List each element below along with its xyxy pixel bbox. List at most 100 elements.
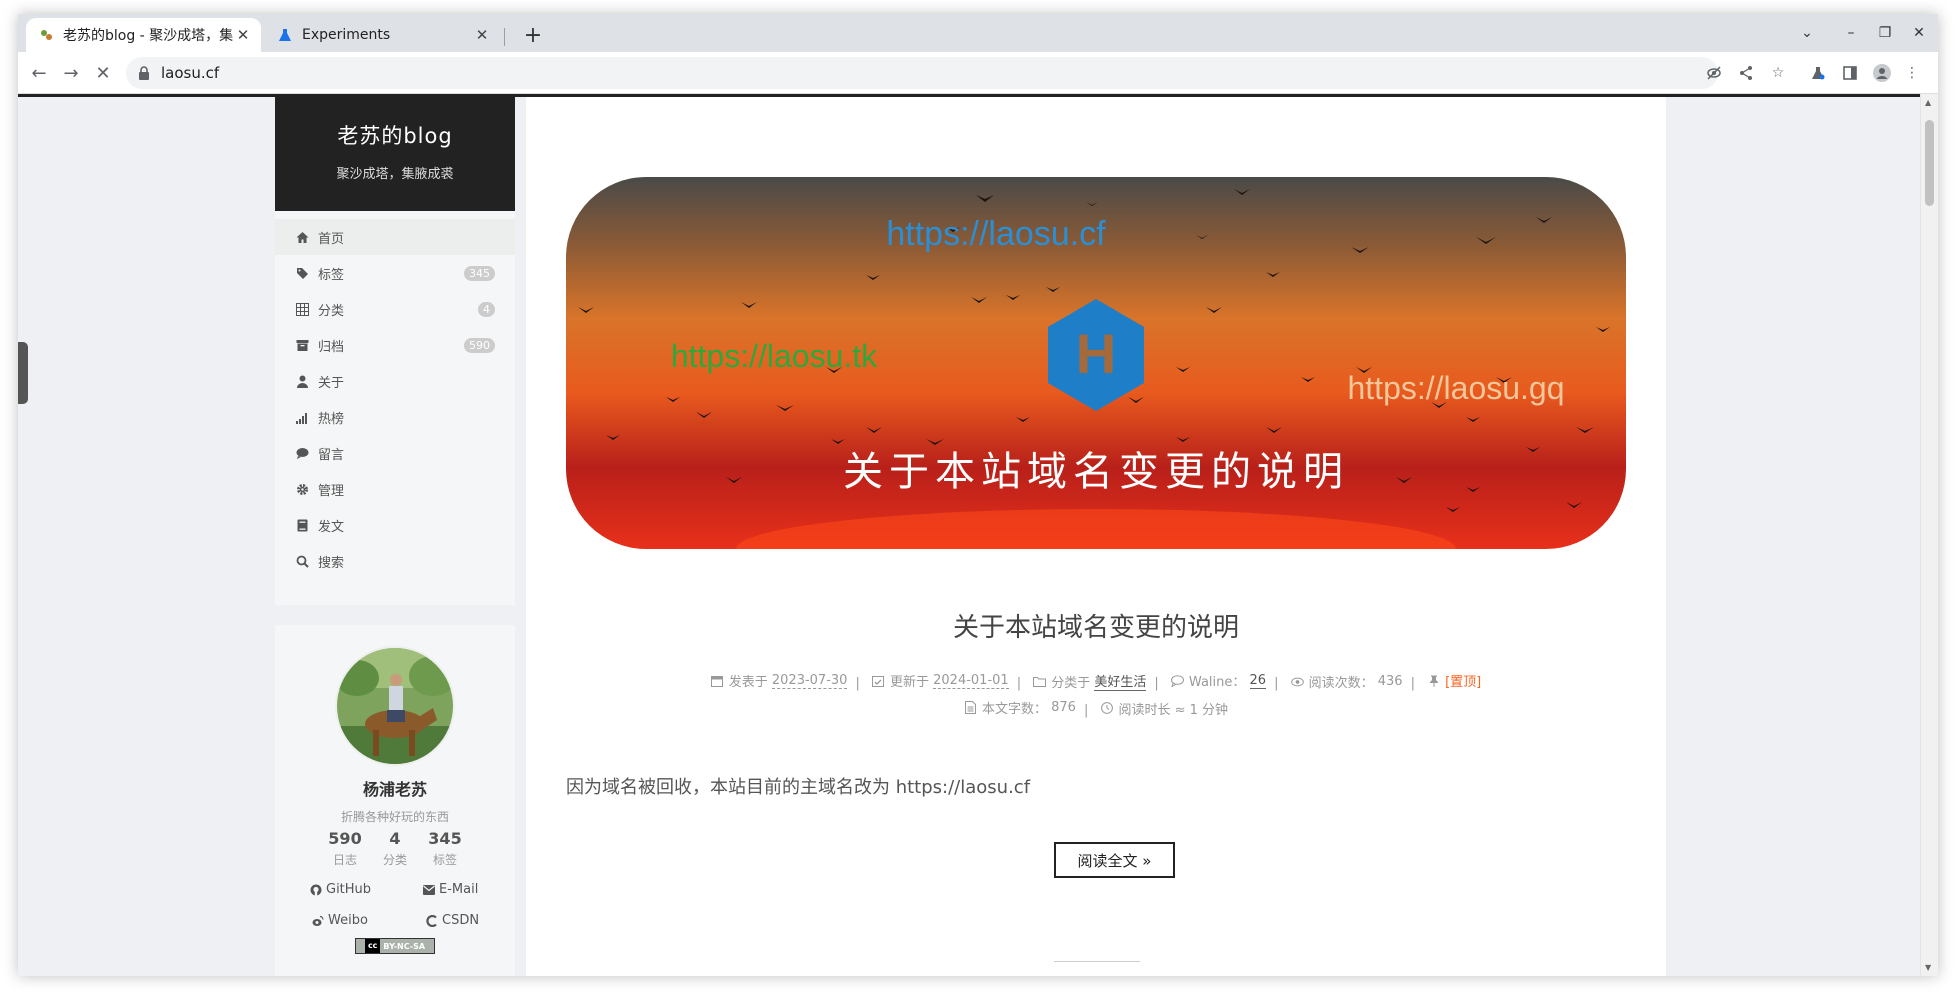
restore-button[interactable]: ❐: [1874, 22, 1896, 44]
banner-caption: 关于本站域名变更的说明: [843, 449, 1349, 495]
comment-outline-icon: [1170, 674, 1184, 687]
tags-icon: [295, 266, 309, 280]
stat-number: 590: [328, 829, 362, 848]
page-scrollbar[interactable]: ▲ ▼: [1920, 94, 1938, 976]
book-icon: [295, 518, 309, 532]
menu-item-post[interactable]: 发文: [275, 507, 515, 543]
tab-divider: [504, 28, 505, 46]
share-icon[interactable]: [1736, 63, 1756, 83]
eye-off-icon[interactable]: [1704, 63, 1724, 83]
address-bar[interactable]: laosu.cf: [126, 57, 1718, 89]
gear-icon: [295, 482, 309, 496]
meta-label: 更新于: [889, 675, 929, 690]
menu-item-tags[interactable]: 标签 345: [275, 255, 515, 291]
site-favicon-icon: [38, 27, 54, 43]
author-card: 杨浦老苏 折腾各种好玩的东西 590 日志 4 分类 345 标签 GitHub…: [275, 625, 515, 976]
browser-window: 老苏的blog - 聚沙成塔，集腋成裘 ✕ Experiments ✕ + ⌄ …: [18, 14, 1938, 976]
meta-published: 发表于 2023-07-30: [711, 671, 848, 690]
github-icon: [309, 883, 322, 896]
post-divider: [1054, 961, 1140, 962]
menu-item-about[interactable]: 关于: [275, 363, 515, 399]
tab-close-icon[interactable]: ✕: [472, 25, 492, 45]
category-count-badge: 4: [478, 302, 495, 317]
author-avatar: [335, 646, 455, 766]
meta-label: 阅读时长 ≈: [1118, 702, 1186, 718]
cc-license-badge[interactable]: cc BY-NC-SA: [355, 938, 435, 954]
meta-updated: 更新于 2024-01-01: [872, 671, 1009, 690]
comment-count-link[interactable]: 26: [1249, 673, 1267, 689]
email-link[interactable]: E-Mail: [422, 882, 478, 897]
post-excerpt: 因为域名被回收，本站目前的主域名改为 https://laosu.cf: [566, 777, 1031, 798]
url-text: laosu.cf: [161, 64, 220, 82]
stat-posts[interactable]: 590 日志: [320, 829, 370, 868]
menu-item-admin[interactable]: 管理: [275, 471, 515, 507]
post-meta-line-1: 发表于 2023-07-30 | 更新于 2024-01-01 | 分类于 美好…: [526, 671, 1666, 691]
scroll-down-arrow-icon[interactable]: ▼: [1925, 963, 1931, 972]
site-title[interactable]: 老苏的blog: [275, 120, 515, 150]
meta-reading-time: 阅读时长 ≈ 1 分钟: [1100, 699, 1228, 718]
updated-date: 2024-01-01: [933, 672, 1009, 689]
new-tab-button[interactable]: +: [520, 22, 546, 48]
stat-tags[interactable]: 345 标签: [420, 829, 470, 868]
side-panel-icon[interactable]: [1840, 63, 1860, 83]
sidebar-toggle-handle[interactable]: [18, 342, 28, 404]
link-label: E-Mail: [439, 882, 479, 897]
banner-url-right: https://laosu.gq: [1347, 370, 1564, 406]
github-link[interactable]: GitHub: [309, 882, 371, 897]
eye-icon: [1290, 675, 1304, 688]
tab-blog[interactable]: 老苏的blog - 聚沙成塔，集腋成裘 ✕: [26, 18, 261, 52]
tab-search-chevron-icon[interactable]: ⌄: [1796, 22, 1818, 44]
scrollbar-thumb[interactable]: [1925, 120, 1934, 206]
scroll-up-arrow-icon[interactable]: ▲: [1925, 98, 1931, 107]
grid-icon: [295, 302, 309, 316]
cc-license-text: BY-NC-SA: [383, 941, 426, 951]
link-label: GitHub: [326, 882, 372, 897]
post-banner-image[interactable]: https://laosu.cf https://laosu.tk https:…: [566, 177, 1626, 549]
stat-categories[interactable]: 4 分类: [370, 829, 420, 868]
meta-label: Waline：: [1188, 675, 1246, 690]
meta-sticky: [置顶]: [1427, 671, 1481, 690]
menu-item-categories[interactable]: 分类 4: [275, 291, 515, 327]
post-title[interactable]: 关于本站域名变更的说明: [526, 607, 1666, 644]
window-close-button[interactable]: ✕: [1908, 22, 1930, 44]
csdn-icon: [425, 914, 438, 927]
menu-item-search[interactable]: 搜索: [275, 543, 515, 579]
word-count: 876: [1051, 700, 1076, 715]
tab-title: Experiments: [302, 27, 391, 43]
meta-label: 分类于: [1051, 675, 1091, 691]
tab-close-icon[interactable]: ✕: [233, 25, 253, 45]
meta-divider: |: [1410, 675, 1415, 691]
minimize-button[interactable]: –: [1840, 22, 1862, 44]
menu-item-label: 关于: [318, 375, 345, 391]
labs-flask-icon[interactable]: [1808, 63, 1828, 83]
weibo-icon: [311, 914, 324, 927]
menu-item-archives[interactable]: 归档 590: [275, 327, 515, 363]
tab-experiments[interactable]: Experiments ✕: [265, 18, 500, 52]
back-arrow-icon[interactable]: ←: [26, 60, 52, 86]
meta-label: 发表于: [728, 675, 768, 690]
file-text-icon: [964, 701, 977, 714]
profile-avatar-icon[interactable]: [1872, 63, 1892, 83]
bookmark-star-icon[interactable]: ☆: [1768, 63, 1788, 83]
menu-item-hot[interactable]: 热榜: [275, 399, 515, 435]
menu-item-home[interactable]: 首页: [275, 219, 515, 255]
read-more-button[interactable]: 阅读全文 »: [1054, 842, 1175, 878]
page-viewport: 老苏的blog 聚沙成塔，集腋成裘 首页 标签 345 分类 4 归档 590 …: [18, 94, 1920, 976]
published-date: 2023-07-30: [771, 672, 848, 689]
menu-item-label: 热榜: [318, 411, 345, 427]
category-link[interactable]: 美好生活: [1094, 671, 1147, 691]
stop-loading-icon[interactable]: ✕: [90, 60, 116, 86]
author-stats: 590 日志 4 分类 345 标签: [275, 829, 515, 868]
view-count: 436: [1377, 674, 1403, 689]
weibo-link[interactable]: Weibo: [311, 913, 368, 928]
meta-divider: |: [1083, 703, 1089, 718]
menu-item-guestbook[interactable]: 留言: [275, 435, 515, 471]
meta-word-count: 本文字数： 876: [964, 698, 1076, 717]
site-menu: 首页 标签 345 分类 4 归档 590 关于 热榜 留言 管理 发文 搜索: [275, 211, 515, 605]
stat-number: 345: [428, 829, 462, 848]
meta-divider: |: [1274, 675, 1279, 691]
reading-time: 1 分钟: [1189, 702, 1229, 718]
forward-arrow-icon[interactable]: →: [58, 60, 84, 86]
more-menu-icon[interactable]: ⋮: [1902, 63, 1922, 83]
csdn-link[interactable]: CSDN: [425, 913, 479, 928]
